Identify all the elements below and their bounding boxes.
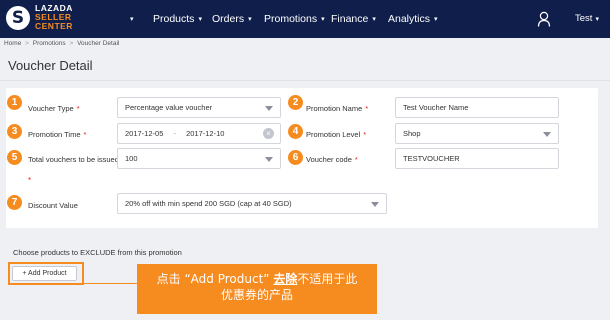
voucher-code-input[interactable]: TESTVOUCHER [395, 148, 559, 169]
voucher-code-value: TESTVOUCHER [403, 154, 460, 163]
required-marker: * [76, 104, 80, 113]
promotion-level-label-text: Promotion Level [306, 130, 361, 139]
nav-item-promotions[interactable]: Promotions ▾ [264, 0, 325, 38]
callout-emphasis: 去除 [273, 272, 298, 286]
voucher-type-label-text: Voucher Type [28, 104, 74, 113]
total-vouchers-value: 100 [125, 154, 138, 163]
promotion-name-label: Promotion Name * [306, 104, 368, 113]
voucher-code-label-text: Voucher code [306, 155, 352, 164]
promotion-level-select[interactable]: Shop [395, 123, 559, 144]
required-marker: * [83, 130, 87, 139]
step-badge-7: 7 [7, 195, 22, 210]
nav-item-label: Promotions [264, 13, 318, 25]
required-marker: * [354, 155, 358, 164]
chevron-down-icon: ▾ [198, 16, 202, 23]
step-badge-1: 1 [7, 95, 22, 110]
nav-item-analytics[interactable]: Analytics ▾ [388, 0, 438, 38]
voucher-type-label: Voucher Type * [28, 104, 80, 113]
discount-value-value: 20% off with min spend 200 SGD (cap at 4… [125, 199, 292, 208]
breadcrumb-current: Voucher Detail [77, 40, 120, 47]
breadcrumb-promotions[interactable]: Promotions [33, 40, 66, 47]
voucher-type-value: Percentage value voucher [125, 103, 213, 112]
dropdown-caret-icon [371, 202, 379, 207]
promotion-time-label-text: Promotion Time [28, 130, 81, 139]
callout-text-part2: 不适用于此 [297, 272, 358, 286]
dropdown-caret-icon [265, 106, 273, 111]
total-vouchers-label: Total vouchers to be issued [28, 155, 119, 164]
nav-item-label: Products [153, 13, 195, 25]
promotion-name-input[interactable]: Test Voucher Name [395, 97, 559, 118]
logo-text: LAZADA SELLER CENTER [35, 4, 73, 31]
callout-text-part1: 点击 “Add Product” [156, 272, 274, 286]
discount-value-select[interactable]: 20% off with min spend 200 SGD (cap at 4… [117, 193, 387, 214]
chevron-down-icon: ▾ [372, 16, 376, 23]
start-date: 2017-12-05 [125, 129, 164, 138]
nav-item-products[interactable]: Products ▾ [153, 0, 202, 38]
breadcrumb-separator: > [69, 40, 74, 47]
voucher-code-label: Voucher code * [306, 155, 358, 164]
page-title: Voucher Detail [8, 58, 93, 73]
total-vouchers-select[interactable]: 100 [117, 148, 281, 169]
breadcrumb: Home > Promotions > Voucher Detail [4, 40, 119, 47]
chevron-down-icon: ▾ [130, 16, 134, 23]
promotion-level-label: Promotion Level * [306, 130, 366, 139]
user-name: Test [575, 13, 593, 24]
promotion-level-value: Shop [403, 129, 421, 138]
step-badge-6: 6 [288, 150, 303, 165]
promotion-name-label-text: Promotion Name [306, 104, 363, 113]
user-menu[interactable]: Test ▾ [575, 0, 599, 38]
clear-icon[interactable]: × [263, 128, 274, 139]
user-icon[interactable] [537, 11, 551, 27]
breadcrumb-separator: > [25, 40, 29, 47]
top-nav-bar: S LAZADA SELLER CENTER ▾ Products ▾ Order… [0, 0, 610, 38]
step-badge-5: 5 [7, 150, 22, 165]
add-product-button[interactable]: + Add Product [12, 266, 77, 281]
step-badge-3: 3 [7, 124, 22, 139]
promotion-time-label: Promotion Time * [28, 130, 86, 139]
instruction-callout: 点击 “Add Product” 去除不适用于此 优惠券的产品 [137, 264, 377, 314]
callout-text-line2: 优惠券的产品 [220, 288, 293, 302]
callout-connector-line [84, 283, 140, 284]
chevron-down-icon: ▾ [248, 16, 252, 23]
nav-item-orders[interactable]: Orders ▾ [212, 0, 252, 38]
lazada-logo[interactable]: S LAZADA SELLER CENTER [6, 4, 73, 31]
date-range-dash: - [173, 129, 176, 138]
required-marker: * [365, 104, 369, 113]
nav-item-label: Finance [331, 13, 369, 25]
nav-item-label: Orders [212, 13, 245, 25]
logo-line-3: CENTER [35, 21, 73, 31]
nav-caret-only[interactable]: ▾ [126, 0, 134, 38]
required-marker: * [363, 130, 367, 139]
dropdown-caret-icon [265, 157, 273, 162]
promotion-time-range-picker[interactable]: 2017-12-05 - 2017-12-10 × [117, 123, 281, 144]
title-divider [0, 80, 610, 81]
chevron-down-icon: ▾ [321, 16, 325, 23]
discount-value-label: Discount Value [28, 201, 78, 210]
exclude-products-heading: Choose products to EXCLUDE from this pro… [13, 248, 182, 257]
chevron-down-icon: ▾ [434, 16, 438, 23]
nav-item-finance[interactable]: Finance ▾ [331, 0, 376, 38]
required-marker: * [28, 176, 32, 185]
promotion-name-value: Test Voucher Name [403, 103, 469, 112]
dropdown-caret-icon [543, 132, 551, 137]
step-badge-2: 2 [288, 95, 303, 110]
logo-mark: S [6, 5, 30, 30]
voucher-type-select[interactable]: Percentage value voucher [117, 97, 281, 118]
step-badge-4: 4 [288, 124, 303, 139]
chevron-down-icon: ▾ [595, 16, 599, 23]
end-date: 2017-12-10 [186, 129, 225, 138]
breadcrumb-home[interactable]: Home [4, 40, 21, 47]
nav-item-label: Analytics [388, 13, 431, 25]
